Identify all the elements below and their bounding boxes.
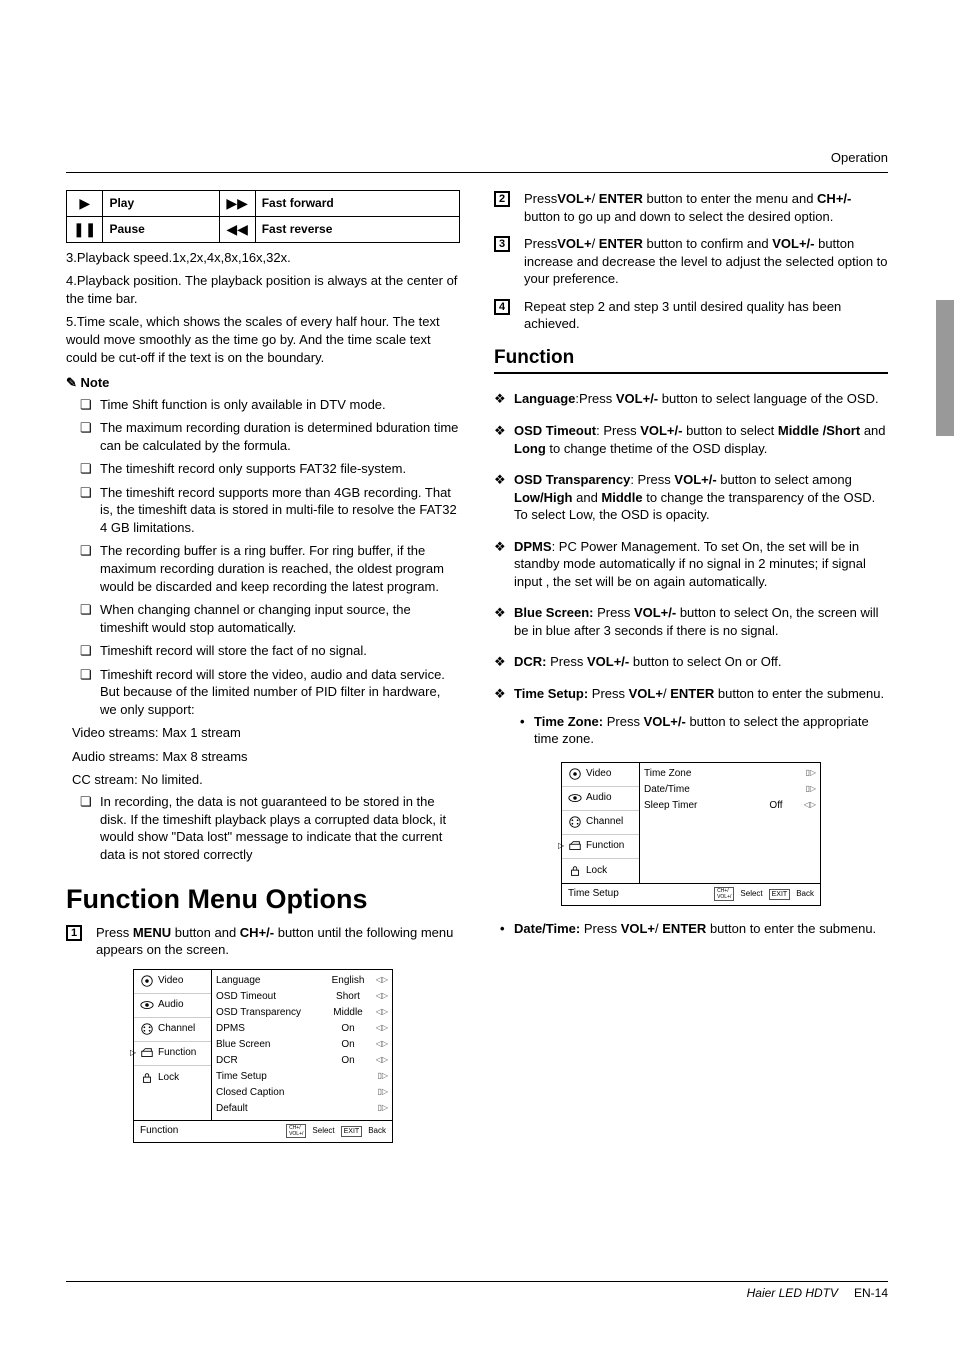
note-item: Timeshift record will store the fact of … — [100, 642, 460, 660]
note-item: Timeshift record will store the video, a… — [100, 666, 460, 719]
playback-controls-table: ▶ Play ▶▶ Fast forward ❚❚ Pause ◀◀ Fast … — [66, 190, 460, 243]
pause-icon: ❚❚ — [67, 216, 103, 242]
osd-main-panel: LanguageEnglish◁▷ OSD TimeoutShort◁▷ OSD… — [212, 970, 392, 1120]
page-edge-tab — [936, 300, 954, 436]
function-subheading: Function — [494, 345, 888, 375]
note-item: The recording buffer is a ring buffer. F… — [100, 542, 460, 595]
osd-tab-video: Video — [134, 970, 211, 994]
osd-tab-video: Video — [562, 763, 639, 787]
osd-footer: Function CH+/ VOL+/ Select EXIT Back — [134, 1120, 392, 1142]
function-menu-options-title: Function Menu Options — [66, 881, 460, 917]
function-item-blue-screen: Blue Screen: Press VOL+/- button to sele… — [494, 604, 888, 639]
osd-tab-audio: Audio — [562, 787, 639, 811]
time-zone-sub: Time Zone: Press VOL+/- button to select… — [514, 713, 888, 748]
step-number-icon: 4 — [494, 299, 510, 315]
note-item: Time Shift function is only available in… — [100, 396, 460, 414]
function-item-dcr: DCR: Press VOL+/- button to select On or… — [494, 653, 888, 671]
osd-tab-lock: Lock — [562, 859, 639, 883]
function-item-osd-transparency: OSD Transparency: Press VOL+/- button to… — [494, 471, 888, 524]
right-column: 2 PressVOL+/ ENTER button to enter the m… — [494, 190, 888, 1143]
step-number-icon: 3 — [494, 236, 510, 252]
playback-note-4: 4.Playback position. The playback positi… — [66, 272, 460, 307]
date-time-sub: Date/Time: Press VOL+/ ENTER button to e… — [494, 920, 888, 938]
play-icon: ▶ — [67, 191, 103, 217]
note-item: The maximum recording duration is determ… — [100, 419, 460, 454]
fast-forward-icon: ▶▶ — [219, 191, 255, 217]
note-item: When changing channel or changing input … — [100, 601, 460, 636]
note-item: The timeshift record only supports FAT32… — [100, 460, 460, 478]
step-text: PressVOL+/ ENTER button to enter the men… — [524, 191, 851, 224]
osd-tab-audio: Audio — [134, 994, 211, 1018]
step-1: 1 Press MENU button and CH+/- button unt… — [66, 924, 460, 959]
osd-function-menu: Video Audio Channel ▷Function Lock Langu… — [133, 969, 393, 1143]
osd-main-panel: Time Zone▯▷ Date/Time▯▷ Sleep TimerOff◁▷ — [640, 763, 820, 883]
step-2: 2 PressVOL+/ ENTER button to enter the m… — [494, 190, 888, 225]
pause-label: Pause — [109, 222, 144, 236]
left-column: ▶ Play ▶▶ Fast forward ❚❚ Pause ◀◀ Fast … — [66, 190, 460, 1143]
osd-tab-lock: Lock — [134, 1066, 211, 1090]
step-4: 4 Repeat step 2 and step 3 until desired… — [494, 298, 888, 333]
osd-nav-keys: CH+/ VOL+/ — [714, 887, 734, 901]
step-text: Press MENU button and CH+/- button until… — [96, 925, 453, 958]
step-text: Repeat step 2 and step 3 until desired q… — [524, 299, 841, 332]
playback-note-3: 3.Playback speed.1x,2x,4x,8x,16x,32x. — [66, 249, 460, 267]
footer-model: Haier LED HDTV — [747, 1286, 838, 1300]
fast-reverse-icon: ◀◀ — [219, 216, 255, 242]
osd-tab-channel: Channel — [134, 1018, 211, 1042]
note-item: In recording, the data is not guaranteed… — [100, 793, 460, 863]
note-item: The timeshift record supports more than … — [100, 484, 460, 537]
header-section-label: Operation — [831, 150, 888, 165]
osd-time-setup-menu: Video Audio Channel ▷Function Lock Time … — [561, 762, 821, 906]
osd-footer: Time Setup CH+/ VOL+/ Select EXIT Back — [562, 883, 820, 905]
step-text: PressVOL+/ ENTER button to confirm and V… — [524, 236, 888, 286]
play-label: Play — [109, 196, 134, 210]
header-divider — [66, 172, 888, 173]
fast-forward-label: Fast forward — [262, 196, 334, 210]
streams-cc: CC stream: No limited. — [72, 771, 460, 789]
function-item-dpms: DPMS: PC Power Management. To set On, th… — [494, 538, 888, 591]
step-number-icon: 2 — [494, 191, 510, 207]
osd-nav-keys: CH+/ VOL+/ — [286, 1124, 306, 1138]
function-items: Language:Press VOL+/- button to select l… — [494, 390, 888, 747]
streams-audio: Audio streams: Max 8 streams — [72, 748, 460, 766]
osd-tab-function: ▷Function — [562, 835, 639, 859]
step-number-icon: 1 — [66, 925, 82, 941]
osd-tab-channel: Channel — [562, 811, 639, 835]
note-list-tail: In recording, the data is not guaranteed… — [66, 793, 460, 863]
function-item-time-setup: Time Setup: Press VOL+/ ENTER button to … — [494, 685, 888, 748]
streams-video: Video streams: Max 1 stream — [72, 724, 460, 742]
footer-page-number: EN-14 — [854, 1286, 888, 1300]
osd-tab-function: ▷Function — [134, 1042, 211, 1066]
osd-exit-key: EXIT — [341, 1126, 363, 1137]
function-item-language: Language:Press VOL+/- button to select l… — [494, 390, 888, 408]
step-3: 3 PressVOL+/ ENTER button to confirm and… — [494, 235, 888, 288]
fast-reverse-label: Fast reverse — [262, 222, 333, 236]
note-list: Time Shift function is only available in… — [66, 396, 460, 719]
osd-exit-key: EXIT — [769, 889, 791, 900]
note-heading: Note — [66, 374, 460, 392]
function-item-osd-timeout: OSD Timeout: Press VOL+/- button to sele… — [494, 422, 888, 457]
playback-note-5: 5.Time scale, which shows the scales of … — [66, 313, 460, 366]
page-footer: Haier LED HDTV EN-14 — [66, 1281, 888, 1300]
